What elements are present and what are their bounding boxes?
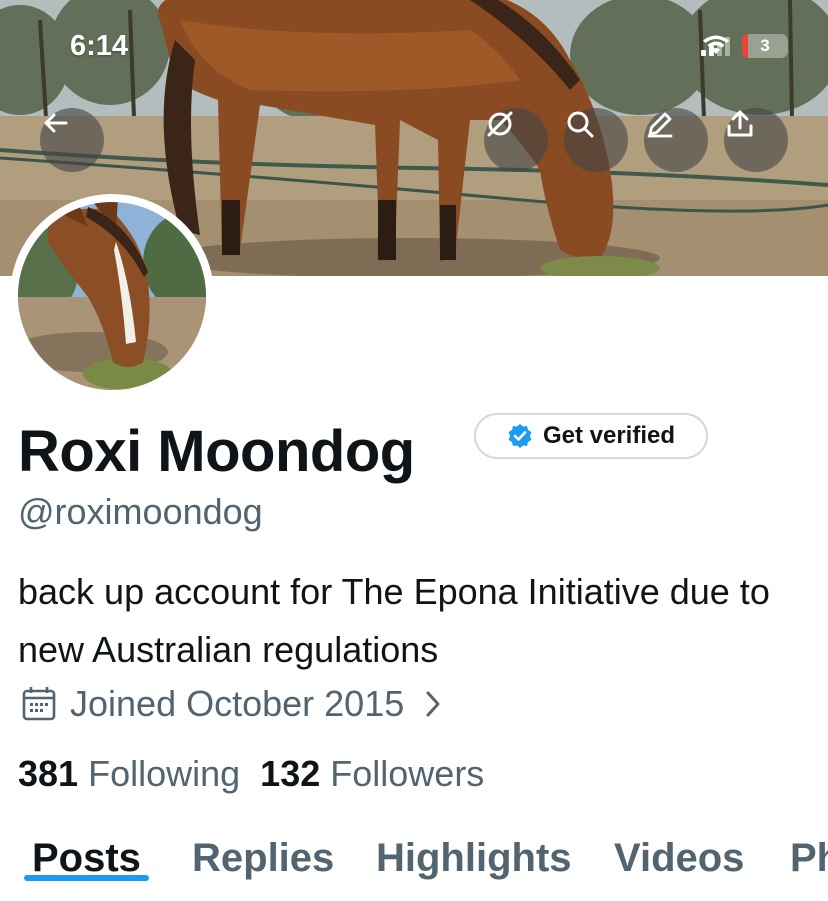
back-arrow-icon — [44, 113, 68, 133]
profile-display-name: Roxi Moondog — [18, 419, 415, 484]
wifi-icon — [703, 35, 729, 54]
profile-handle: @roximoondog — [18, 491, 263, 532]
edit-icon — [647, 112, 673, 138]
active-tab-indicator — [24, 875, 149, 881]
avatar-horse-photo — [18, 202, 206, 390]
joined-date-text: Joined October 2015 — [70, 683, 405, 724]
verified-badge-icon — [508, 424, 532, 448]
get-verified-label: Get verified — [542, 422, 676, 449]
tab-highlights-label: Highlights — [376, 836, 572, 880]
grok-button[interactable] — [484, 108, 548, 172]
search-button[interactable] — [564, 108, 628, 172]
tab-replies-label: Replies — [192, 836, 335, 880]
battery-icon: 3 — [742, 34, 788, 58]
calendar-icon — [22, 687, 56, 721]
tab-videos-label: Videos — [614, 836, 745, 880]
tab-posts-label: Posts — [32, 836, 141, 880]
edit-button[interactable] — [644, 108, 708, 172]
following-count: 381 — [18, 753, 79, 794]
profile-bio: back up account for The Epona Initiative… — [18, 571, 770, 670]
status-bar-indicators: 3 — [701, 34, 788, 58]
following-link[interactable]: 381 Following — [18, 753, 240, 795]
search-icon — [567, 111, 594, 138]
tab-videos[interactable]: Videos — [614, 830, 744, 881]
grok-icon — [487, 111, 513, 137]
profile-avatar[interactable] — [10, 194, 214, 398]
share-button[interactable] — [724, 108, 788, 172]
tab-posts[interactable]: Posts — [24, 830, 149, 881]
profile-tabs: Posts Replies Highlights Videos Photos — [0, 830, 828, 901]
battery-level: 3 — [760, 36, 770, 55]
follow-stats: 381 Following 132 Followers — [18, 753, 484, 795]
chevron-right-icon — [426, 691, 440, 717]
get-verified-button[interactable]: Get verified — [474, 413, 708, 459]
tab-replies[interactable]: Replies — [192, 830, 334, 881]
joined-date-row[interactable]: Joined October 2015 — [20, 683, 444, 725]
back-button[interactable] — [40, 108, 104, 172]
followers-link[interactable]: 132 Followers — [260, 753, 484, 795]
tab-photos[interactable]: Photos — [790, 830, 828, 881]
followers-count: 132 — [260, 753, 321, 794]
following-label: Following — [88, 753, 241, 794]
share-icon — [727, 110, 753, 137]
tab-highlights[interactable]: Highlights — [376, 830, 572, 881]
tab-photos-label: Photos — [790, 836, 828, 880]
status-bar-time: 6:14 — [70, 30, 129, 62]
followers-label: Followers — [330, 753, 485, 794]
